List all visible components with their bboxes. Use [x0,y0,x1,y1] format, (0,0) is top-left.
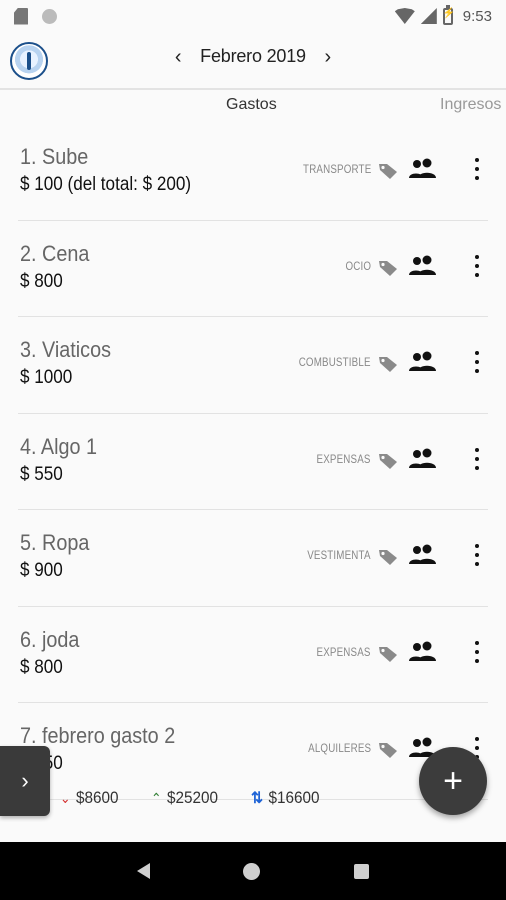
clock: 9:53 [462,7,492,25]
people-icon[interactable] [408,158,438,180]
people-icon[interactable] [408,351,438,373]
tab-gastos[interactable]: Gastos [226,96,277,114]
tag-icon[interactable] [378,548,398,566]
expense-amount: $ 900 [20,560,63,581]
expense-title: 1. Sube [20,144,89,169]
arrow-up-icon: ⌃ [151,789,162,806]
balance-total: ⇅ $16600 [251,788,320,808]
expense-amount: $ 800 [20,656,63,678]
tag-icon[interactable] [378,355,398,373]
people-icon[interactable] [408,448,438,470]
expenses-total-value: $8600 [75,788,119,807]
more-vertical-icon[interactable] [473,254,481,277]
arrow-down-icon: ⌄ [60,789,71,806]
people-icon[interactable] [408,641,438,663]
expense-category: Transporte [302,164,371,176]
expense-row[interactable]: 6. joda $ 800 Expensas [18,607,488,703]
expense-category: Vestimenta [307,550,371,562]
tag-icon[interactable] [378,162,398,180]
balance-value: $16600 [268,788,321,807]
expense-amount: $ 100 (del total: $ 200) [20,174,192,195]
signal-icon [420,8,437,24]
expense-list: 1. Sube $ 100 (del total: $ 200) Transport… [0,124,506,800]
people-icon[interactable] [408,255,438,277]
expense-row[interactable]: 1. Sube $ 100 (del total: $ 200) Transport… [18,124,488,221]
sd-card-icon [14,7,28,25]
expense-amount: $ 1000 [20,367,73,388]
back-icon[interactable] [136,863,150,879]
people-icon[interactable] [408,544,438,566]
home-icon[interactable] [243,862,261,880]
expense-amount: $ 550 [20,463,63,485]
expense-category: Expensas [316,453,371,466]
more-vertical-icon[interactable] [473,640,481,663]
expense-row[interactable]: 5. Ropa $ 900 Vestimenta [18,510,488,607]
income-total: ⌃ $25200 [151,788,218,808]
chevron-right-icon[interactable]: › [320,47,336,67]
screen: 9:53 ‹ Febrero 2019 › Gastos Ingresos 1.… [0,0,506,900]
recent-apps-icon[interactable] [354,863,370,879]
expense-title: 6. joda [20,626,80,652]
expense-amount: $ 800 [20,270,63,292]
expense-title: 5. Ropa [20,530,90,555]
battery-icon [442,4,455,25]
swap-vertical-icon: ⇅ [251,790,264,807]
android-nav-bar [0,842,506,900]
expenses-total: ⌄ $8600 [60,788,119,808]
expense-category: Ocio [345,260,371,273]
expense-category: Expensas [316,646,371,659]
chevron-left-icon[interactable]: ‹ [170,47,186,67]
tag-icon[interactable] [378,259,398,277]
more-vertical-icon[interactable] [473,447,481,470]
add-expense-button[interactable]: + [419,747,487,815]
notification-circle-icon [42,8,57,24]
month-label: Febrero 2019 [200,46,306,66]
more-vertical-icon[interactable] [473,351,481,373]
month-navigator: ‹ Febrero 2019 › [0,46,506,67]
expense-row[interactable]: 4. Algo 1 $ 550 Expensas [18,414,488,510]
more-vertical-icon[interactable] [473,544,481,566]
expense-row[interactable]: 2. Cena $ 800 Ocio [18,221,488,317]
tag-icon[interactable] [378,452,398,470]
expense-title: 2. Cena [20,240,90,266]
income-total-value: $25200 [166,788,219,807]
expense-category: Alquileres [307,743,371,755]
expense-category: Combustible [299,357,371,369]
expense-row[interactable]: 7. febrero gasto 2$ 650Alquileres [18,703,488,800]
summary-bar: ⌄ $8600 ⌃ $25200 ⇅ $16600 [60,788,328,808]
app-bar: ‹ Febrero 2019 › [0,32,506,90]
status-bar: 9:53 [0,0,506,32]
tag-icon[interactable] [378,741,398,759]
tag-icon[interactable] [378,645,398,663]
expense-row[interactable]: 3. Viaticos $ 1000 Combustible [18,317,488,414]
more-vertical-icon[interactable] [473,158,481,180]
wifi-icon [394,8,415,24]
tab-ingresos[interactable]: Ingresos [440,96,501,114]
tab-bar: Gastos Ingresos [0,92,506,122]
expense-title: 4. Algo 1 [20,433,98,459]
expense-title: 3. Viaticos [20,337,111,362]
expand-panel-button[interactable]: › [0,746,50,816]
